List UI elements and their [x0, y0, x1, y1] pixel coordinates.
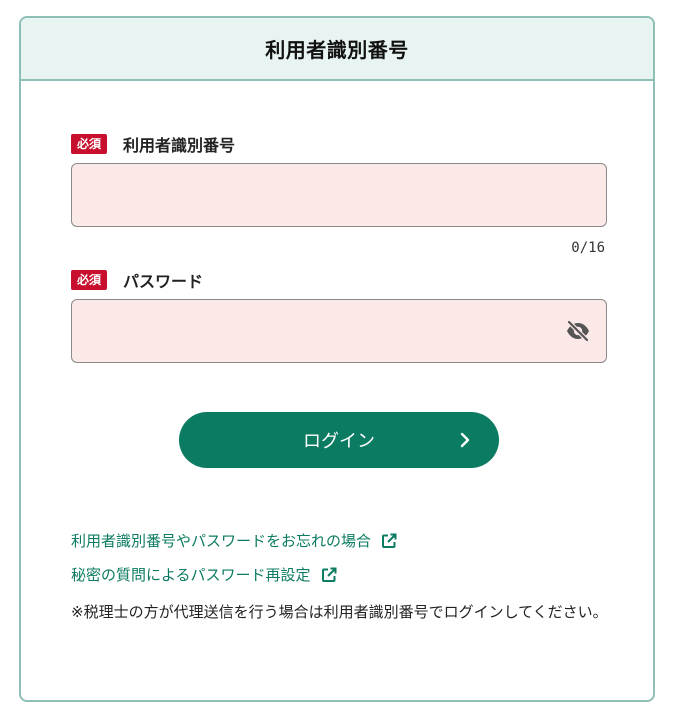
login-button-label: ログイン: [303, 431, 375, 452]
card-header: 利用者識別番号: [21, 18, 653, 81]
user-id-label: 利用者識別番号: [123, 136, 236, 155]
password-label-row: 必須 パスワード: [71, 268, 203, 292]
password-input[interactable]: [71, 299, 607, 363]
login-card: 利用者識別番号 必須 利用者識別番号 0/16 必須 パスワード ログイン 利用…: [19, 16, 655, 702]
tax-accountant-note: ※税理士の方が代理送信を行う場合は利用者識別番号でログインしてください。: [71, 603, 608, 621]
reset-password-link-label: 秘密の質問によるパスワード再設定: [71, 566, 311, 584]
required-badge: 必須: [71, 270, 108, 290]
forgot-credentials-link[interactable]: 利用者識別番号やパスワードをお忘れの場合: [71, 530, 397, 551]
user-id-input[interactable]: [71, 163, 607, 227]
login-button[interactable]: ログイン: [179, 412, 499, 468]
character-counter: 0/16: [571, 240, 605, 256]
user-id-label-row: 必須 利用者識別番号: [71, 132, 235, 156]
eye-off-icon[interactable]: [561, 316, 595, 346]
chevron-right-icon: [459, 431, 471, 454]
reset-password-link[interactable]: 秘密の質問によるパスワード再設定: [71, 564, 337, 585]
page-title: 利用者識別番号: [265, 38, 409, 62]
required-badge: 必須: [71, 134, 108, 154]
password-label: パスワード: [123, 272, 204, 291]
forgot-credentials-link-label: 利用者識別番号やパスワードをお忘れの場合: [71, 532, 372, 550]
external-link-icon: [381, 533, 397, 549]
external-link-icon: [321, 567, 337, 583]
